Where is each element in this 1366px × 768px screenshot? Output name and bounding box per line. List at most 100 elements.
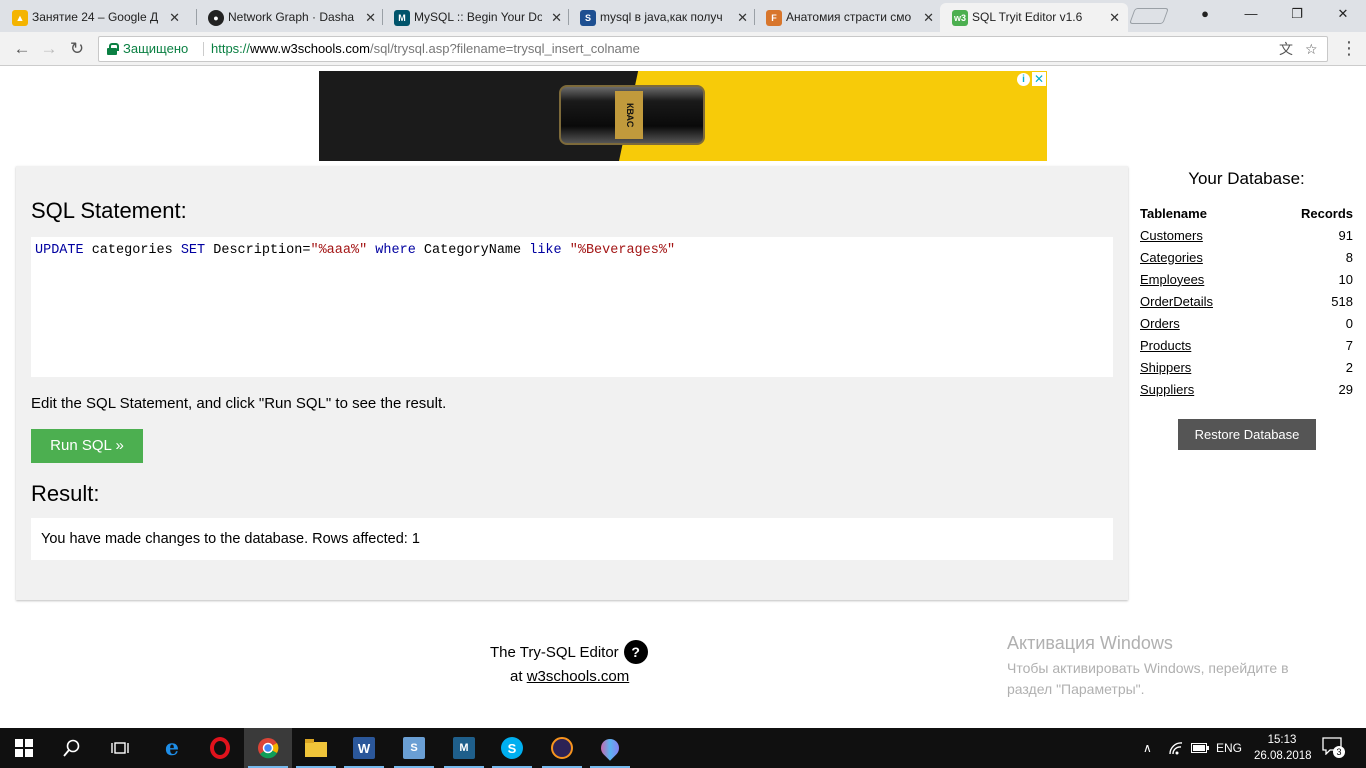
table-row: Products 7 <box>1140 334 1353 356</box>
footer-title: The Try-SQL Editor <box>490 643 619 661</box>
result-output: You have made changes to the database. R… <box>31 518 1113 560</box>
task-view-icon[interactable] <box>96 728 144 768</box>
language-indicator[interactable]: ENG <box>1216 728 1242 768</box>
tab-close-icon[interactable]: ✕ <box>365 3 376 32</box>
start-icon[interactable] <box>0 728 48 768</box>
table-link-shippers[interactable]: Shippers <box>1140 360 1191 375</box>
table-link-customers[interactable]: Customers <box>1140 228 1203 243</box>
run-sql-button[interactable]: Run SQL » <box>31 429 143 463</box>
tab-close-icon[interactable]: ✕ <box>169 3 180 32</box>
browser-tab-mysql-java[interactable]: S mysql в java,как получ ✕ <box>568 3 756 32</box>
tab-title: Network Graph · Dasha <box>228 10 355 24</box>
back-arrow-icon[interactable]: ← <box>10 37 34 61</box>
google-drive-icon: ▲ <box>12 10 28 26</box>
table-link-suppliers[interactable]: Suppliers <box>1140 382 1194 397</box>
column-header-tablename: Tablename <box>1140 205 1207 221</box>
sql-token: like <box>529 243 562 258</box>
ad-close-icon[interactable]: ✕ <box>1032 72 1046 86</box>
battery-icon[interactable] <box>1191 728 1209 768</box>
table-link-categories[interactable]: Categories <box>1140 250 1203 265</box>
help-icon[interactable]: ? <box>623 640 648 664</box>
advertisement-banner[interactable]: КВАС i ✕ <box>319 71 1047 161</box>
ad-info-icon[interactable]: i <box>1017 73 1030 86</box>
notification-center-icon[interactable]: 3 <box>1322 737 1345 759</box>
sql-statement-heading: SQL Statement: <box>31 198 187 223</box>
record-count: 10 <box>1338 271 1353 287</box>
file-explorer-icon[interactable] <box>292 728 340 768</box>
windows-taskbar: e W S M S ∧ ENG 15:13 26.08.2018 3 <box>0 728 1366 768</box>
mysql-icon: M <box>394 10 410 26</box>
notification-count: 3 <box>1333 746 1345 758</box>
network-icon[interactable] <box>1168 728 1184 768</box>
tab-title: SQL Tryit Editor v1.6 <box>972 10 1083 24</box>
record-count: 8 <box>1345 249 1353 265</box>
opera-icon[interactable] <box>196 728 244 768</box>
record-count: 7 <box>1345 337 1353 353</box>
edge-icon[interactable]: e <box>148 728 196 768</box>
browser-tab-mysql[interactable]: M MySQL :: Begin Your Do ✕ <box>382 3 570 32</box>
show-hidden-icons[interactable]: ∧ <box>1143 728 1152 768</box>
browser-menu-icon[interactable]: ⋮ <box>1340 37 1358 61</box>
tab-title: Анатомия страсти смо <box>786 10 912 24</box>
browser-tab-sql-tryit[interactable]: w3 SQL Tryit Editor v1.6 ✕ <box>940 3 1128 32</box>
reload-icon[interactable]: ↻ <box>65 37 89 61</box>
new-tab-button[interactable] <box>1129 8 1169 24</box>
tab-title: MySQL :: Begin Your Do <box>414 10 542 24</box>
table-link-employees[interactable]: Employees <box>1140 272 1204 287</box>
lock-icon <box>107 43 119 55</box>
w3schools-icon: w3 <box>952 10 968 26</box>
eclipse-icon[interactable] <box>538 728 586 768</box>
system-clock[interactable]: 15:13 26.08.2018 <box>1254 732 1312 764</box>
maximize-button[interactable]: ❐ <box>1282 4 1312 24</box>
table-link-products[interactable]: Products <box>1140 338 1191 353</box>
sql-token: where <box>375 243 416 258</box>
footer-at: at <box>510 668 527 685</box>
tab-close-icon[interactable]: ✕ <box>1109 3 1120 32</box>
table-link-orders[interactable]: Orders <box>1140 316 1180 331</box>
result-heading: Result: <box>31 481 100 506</box>
column-header-records: Records <box>1300 205 1353 221</box>
word-icon[interactable]: W <box>340 728 388 768</box>
tab-close-icon[interactable]: ✕ <box>551 3 562 32</box>
sql-token: UPDATE <box>35 243 84 258</box>
bookmark-star-icon[interactable]: ☆ <box>1305 37 1318 61</box>
chrome-icon[interactable] <box>244 728 292 768</box>
database-table: Tablename Records Customers 91 Categories… <box>1140 202 1353 400</box>
watermark-text: Чтобы активировать Windows, перейдите в … <box>1007 660 1289 697</box>
translate-icon[interactable]: 文 <box>1279 37 1293 61</box>
tab-close-icon[interactable]: ✕ <box>923 3 934 32</box>
tab-title: Занятие 24 – Google Д <box>32 10 159 24</box>
minimize-button[interactable]: — <box>1236 4 1266 24</box>
browser-tab-network-graph[interactable]: ● Network Graph · Dasha ✕ <box>196 3 384 32</box>
url-text: https://www.w3schools.com/sql/trysql.asp… <box>211 41 640 56</box>
record-count: 0 <box>1345 315 1353 331</box>
search-icon[interactable] <box>48 728 96 768</box>
profile-icon[interactable]: ● <box>1190 4 1220 24</box>
table-row: Customers 91 <box>1140 224 1353 246</box>
close-window-button[interactable]: ✕ <box>1328 4 1358 24</box>
table-link-orderdetails[interactable]: OrderDetails <box>1140 294 1213 309</box>
table-row: Orders 0 <box>1140 312 1353 334</box>
restore-database-button[interactable]: Restore Database <box>1178 419 1316 450</box>
record-count: 2 <box>1345 359 1353 375</box>
paint-3d-icon[interactable] <box>586 728 634 768</box>
forward-arrow-icon[interactable]: → <box>37 37 61 61</box>
sql-token: SET <box>180 243 206 258</box>
tab-close-icon[interactable]: ✕ <box>737 3 748 32</box>
browser-tab-bar: ▲ Занятие 24 – Google Д ✕ ● Network Grap… <box>0 0 1366 32</box>
w3schools-link[interactable]: w3schools.com <box>527 668 630 685</box>
sql-token: categories <box>83 243 181 258</box>
browser-tab-anatomy[interactable]: F Анатомия страсти смо ✕ <box>754 3 942 32</box>
github-icon: ● <box>208 10 224 26</box>
sql-statement-editor[interactable]: UPDATE categories SET Description="%aaa%… <box>31 237 1113 377</box>
kvass-can-image: КВАС <box>559 85 705 145</box>
mysql-workbench-icon[interactable]: M <box>440 728 488 768</box>
browser-tab-google-drive[interactable]: ▲ Занятие 24 – Google Д ✕ <box>0 3 188 32</box>
windows-activation-watermark: Активация Windows Чтобы активировать Win… <box>1007 633 1327 700</box>
skype-icon[interactable]: S <box>488 728 536 768</box>
forum-icon: S <box>580 10 596 26</box>
instruction-text: Edit the SQL Statement, and click "Run S… <box>31 395 447 412</box>
sql-developer-icon[interactable]: S <box>390 728 438 768</box>
address-bar[interactable]: Защищено https://www.w3schools.com/sql/t… <box>98 36 1328 62</box>
